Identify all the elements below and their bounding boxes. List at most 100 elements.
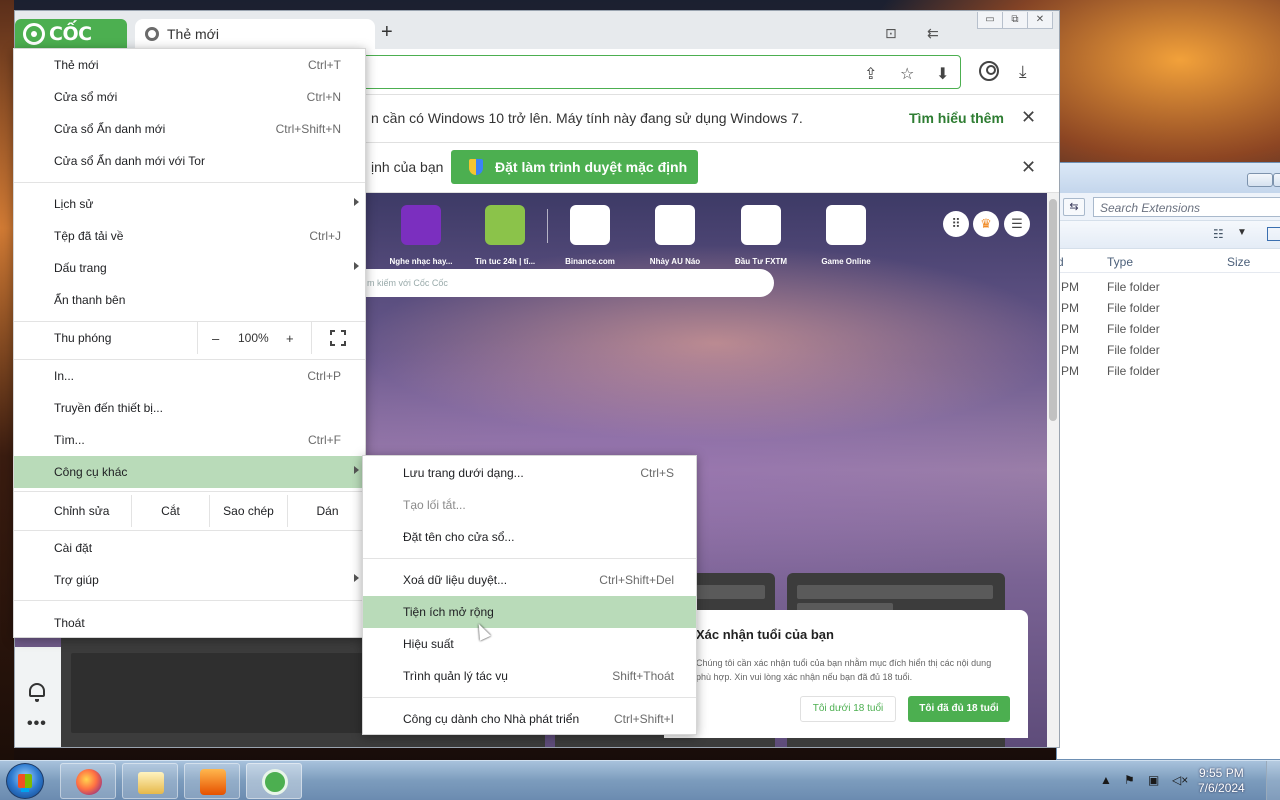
view-options-icon[interactable]: ☷ bbox=[1213, 227, 1224, 241]
show-desktop-button[interactable] bbox=[1266, 761, 1280, 800]
file-row[interactable]: PM File folder bbox=[1057, 361, 1280, 382]
scrollbar-thumb[interactable] bbox=[1049, 199, 1057, 421]
zoom-out-button[interactable]: – bbox=[212, 331, 219, 346]
new-tab-button[interactable]: + bbox=[381, 21, 393, 44]
file-row[interactable]: PM File folder bbox=[1057, 319, 1280, 340]
music-app-icon bbox=[401, 205, 441, 245]
submenu-item-performance[interactable]: Hiệu suất bbox=[363, 628, 696, 660]
file-row[interactable]: PM File folder bbox=[1057, 340, 1280, 361]
menu-item-downloads[interactable]: Tệp đã tải về Ctrl+J bbox=[14, 220, 365, 252]
menu-item-bookmarks[interactable]: Dấu trang bbox=[14, 252, 365, 284]
explorer-titlebar[interactable] bbox=[1057, 163, 1280, 193]
downloads-icon[interactable]: ⤓ bbox=[1019, 62, 1027, 82]
speed-dial-tile[interactable]: Đầu Tư FXTM bbox=[718, 205, 804, 266]
apps-grid-icon[interactable]: ⠿ bbox=[943, 211, 969, 237]
volume-muted-icon[interactable]: ◁× bbox=[1172, 773, 1188, 787]
menu-item-exit[interactable]: Thoát bbox=[14, 607, 365, 639]
menu-item-find[interactable]: Tìm... Ctrl+F bbox=[14, 424, 365, 456]
under-18-button[interactable]: Tôi dưới 18 tuổi bbox=[800, 696, 896, 722]
speed-dial-tile[interactable]: Game Online bbox=[803, 205, 889, 266]
explorer-window[interactable]: ⇆ Search Extensions ☷ ▼ d Type Size PM Fi… bbox=[1056, 162, 1280, 760]
menu-item-label: Cửa sổ mới bbox=[54, 90, 118, 104]
close-icon[interactable]: ✕ bbox=[1021, 157, 1036, 178]
copy-button[interactable]: Sao chép bbox=[209, 495, 287, 527]
minimize-icon[interactable]: ▭ bbox=[977, 12, 1003, 29]
explorer-column-headers: d Type Size bbox=[1057, 249, 1280, 273]
close-icon[interactable]: ✕ bbox=[1021, 107, 1036, 128]
submenu-item-clear-browsing-data[interactable]: Xoá dữ liệu duyệt... Ctrl+Shift+Del bbox=[363, 564, 696, 596]
taskbar-media-player[interactable] bbox=[184, 763, 240, 799]
menu-item-history[interactable]: Lịch sử bbox=[14, 188, 365, 220]
explorer-maximize-button[interactable] bbox=[1273, 173, 1280, 187]
cut-button[interactable]: Cắt bbox=[131, 495, 209, 527]
speed-dial-tile[interactable]: Binance.com bbox=[547, 205, 633, 266]
speed-dial-tile[interactable]: Tin tuc 24h | tî... bbox=[462, 205, 548, 266]
share-icon[interactable]: ⇪ bbox=[864, 64, 877, 84]
set-default-browser-button[interactable]: Đặt làm trình duyệt mặc định bbox=[451, 150, 698, 184]
taskbar-firefox[interactable] bbox=[60, 763, 116, 799]
menu-item-hide-sidebar[interactable]: Ẩn thanh bên bbox=[14, 284, 365, 316]
zoom-in-button[interactable]: + bbox=[286, 331, 294, 346]
menu-item-help[interactable]: Trợ giúp bbox=[14, 564, 365, 596]
network-icon[interactable]: ▣ bbox=[1148, 773, 1159, 787]
tab-new-tab[interactable]: Thẻ mới bbox=[135, 19, 375, 49]
close-icon[interactable]: ✕ bbox=[1027, 12, 1053, 29]
submenu-item-developer-tools[interactable]: Công cụ dành cho Nhà phát triển Ctrl+Shif… bbox=[363, 703, 696, 735]
crown-icon[interactable]: ♛ bbox=[973, 211, 999, 237]
back-forward-icon[interactable]: ⇇ bbox=[927, 25, 939, 42]
preview-pane-icon[interactable] bbox=[1267, 227, 1280, 241]
menu-item-new-tab[interactable]: Thẻ mới Ctrl+T bbox=[14, 49, 365, 81]
learn-more-link[interactable]: Tìm hiểu thêm bbox=[909, 110, 1004, 126]
more-options-icon[interactable]: ••• bbox=[27, 715, 47, 733]
menu-item-settings[interactable]: Cài đặt bbox=[14, 532, 365, 564]
bell-icon[interactable] bbox=[29, 683, 45, 702]
coccoc-search-input[interactable]: m kiếm với Cốc Cốc bbox=[315, 269, 774, 297]
address-bar[interactable]: ⇪ ☆ ⬇ bbox=[315, 55, 961, 89]
download-page-icon[interactable]: ⬇ bbox=[936, 64, 949, 84]
submenu-item-save-page[interactable]: Lưu trang dưới dạng... Ctrl+S bbox=[363, 457, 696, 489]
fullscreen-button[interactable] bbox=[311, 322, 367, 354]
screen-search-icon[interactable]: ⊡ bbox=[885, 25, 897, 42]
submenu-item-name-window[interactable]: Đặt tên cho cửa sổ... bbox=[363, 521, 696, 553]
menu-item-incognito-tor[interactable]: Cửa sổ Ẩn danh mới với Tor bbox=[14, 145, 365, 177]
menu-item-print[interactable]: In... Ctrl+P bbox=[14, 360, 365, 392]
speed-dial-tile[interactable]: Nhảy AU Náo bbox=[632, 205, 718, 266]
menu-item-new-window[interactable]: Cửa sổ mới Ctrl+N bbox=[14, 81, 365, 113]
zoom-level: 100% bbox=[238, 331, 269, 345]
dialog-description: Chúng tôi cần xác nhận tuổi của bạn nhằm… bbox=[696, 658, 992, 682]
explorer-search-input[interactable]: Search Extensions bbox=[1093, 197, 1280, 217]
file-row[interactable]: PM File folder bbox=[1057, 277, 1280, 298]
page-scrollbar[interactable] bbox=[1047, 193, 1059, 747]
over-18-button[interactable]: Tôi đã đủ 18 tuổi bbox=[908, 696, 1010, 722]
submenu-item-task-manager[interactable]: Trình quản lý tác vụ Shift+Thoát bbox=[363, 660, 696, 692]
start-button[interactable] bbox=[6, 763, 44, 799]
show-hidden-icons-icon[interactable]: ▲ bbox=[1100, 773, 1112, 787]
menu-item-incognito-window[interactable]: Cửa sổ Ẩn danh mới Ctrl+Shift+N bbox=[14, 113, 365, 145]
speed-dial-label: Game Online bbox=[821, 257, 871, 266]
column-size[interactable]: Size bbox=[1227, 255, 1250, 269]
submenu-item-extensions[interactable]: Tiện ích mở rộng bbox=[363, 596, 696, 628]
system-clock[interactable]: 9:55 PM 7/6/2024 bbox=[1198, 766, 1245, 796]
explorer-minimize-button[interactable] bbox=[1247, 173, 1273, 187]
paste-button[interactable]: Dán bbox=[287, 495, 367, 527]
menu-item-label: Tệp đã tải về bbox=[54, 229, 124, 243]
restore-icon[interactable]: ⧉ bbox=[1002, 12, 1028, 29]
taskbar-coccoc[interactable] bbox=[246, 763, 302, 799]
file-row[interactable]: PM File folder bbox=[1057, 298, 1280, 319]
menu-item-shortcut: Ctrl+F bbox=[308, 433, 341, 447]
column-type[interactable]: Type bbox=[1107, 255, 1133, 269]
taskbar-explorer[interactable] bbox=[122, 763, 178, 799]
window-caption-buttons: ▭ ⧉ ✕ bbox=[977, 11, 1053, 29]
coccoc-menu-button[interactable]: CỐC CỐC bbox=[15, 19, 127, 75]
action-center-flag-icon[interactable]: ⚑ bbox=[1124, 773, 1135, 787]
menu-item-label: In... bbox=[54, 369, 75, 383]
menu-item-more-tools[interactable]: Công cụ khác bbox=[14, 456, 365, 488]
star-icon[interactable]: ☆ bbox=[900, 64, 914, 84]
settings-sliders-icon[interactable]: ☰ bbox=[1004, 211, 1030, 237]
refresh-icon[interactable]: ⇆ bbox=[1063, 198, 1085, 216]
speed-dial-tile[interactable]: Nghe nhạc hay... bbox=[378, 205, 464, 266]
menu-item-cast[interactable]: Truyền đến thiết bị... bbox=[14, 392, 365, 424]
file-row-type: File folder bbox=[1107, 301, 1160, 315]
chevron-down-icon[interactable]: ▼ bbox=[1237, 227, 1247, 238]
profile-icon[interactable] bbox=[979, 61, 999, 81]
